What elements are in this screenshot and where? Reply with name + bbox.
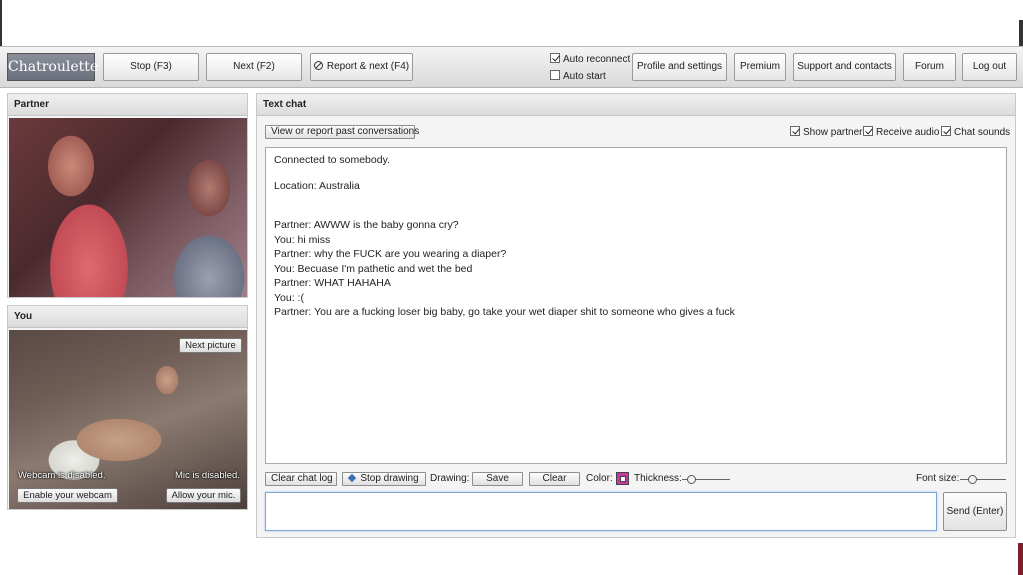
chat-log[interactable]: Connected to somebody. Location: Austral… (265, 147, 1007, 464)
chat-message: You: hi miss (274, 233, 331, 246)
mic-disabled-notice: Mic is disabled. (175, 470, 240, 481)
chat-message: Partner: AWWW is the baby gonna cry? (274, 219, 459, 231)
chat-message: You: Becuase I'm pathetic and wet the be… (274, 262, 473, 275)
allow-mic-button[interactable]: Allow your mic. (166, 488, 241, 503)
auto-reconnect-label: Auto reconnect (563, 54, 631, 65)
window-edge-bottom-right (1018, 543, 1023, 575)
support-contacts-button[interactable]: Support and contacts (793, 53, 896, 81)
clear-chat-log-button[interactable]: Clear chat log (265, 472, 337, 486)
past-conversations-button[interactable]: View or report past conversations (265, 125, 419, 139)
forum-button[interactable]: Forum (903, 53, 956, 81)
stop-drawing-button[interactable]: Stop drawing (342, 472, 426, 486)
checkbox-unchecked-icon (550, 70, 560, 80)
you-panel-title: You (8, 306, 247, 328)
status-line: Connected to somebody. (274, 154, 390, 166)
text-chat-title: Text chat (257, 94, 1015, 116)
show-partner-checkbox[interactable]: Show partner (790, 126, 862, 138)
chatroulette-page: Chatroulette Stop (F3) Next (F2) Report … (0, 0, 1023, 575)
partner-video-feed (9, 118, 247, 297)
text-chat-panel: Text chat View or report past conversati… (256, 93, 1016, 538)
partner-panel-title: Partner (8, 94, 247, 116)
chat-message: Partner: You are a fucking loser big bab… (274, 306, 735, 318)
you-panel: You Next picture Webcam is disabled. Mic… (7, 305, 248, 510)
auto-start-checkbox[interactable]: Auto start (550, 70, 606, 82)
checkbox-checked-icon (790, 126, 800, 136)
window-edge-right (1019, 20, 1023, 46)
chat-message: Partner: why the FUCK are you wearing a … (274, 248, 507, 260)
profile-settings-button[interactable]: Profile and settings (632, 53, 727, 81)
slider-knob[interactable] (968, 475, 977, 484)
drawing-label: Drawing: (430, 473, 470, 484)
slider-track (960, 479, 1006, 480)
chat-sounds-checkbox[interactable]: Chat sounds (941, 126, 1010, 138)
color-picker[interactable] (616, 472, 629, 485)
slider-knob[interactable] (687, 475, 696, 484)
drawing-toolbar: Clear chat log Stop drawing Drawing: Sav… (257, 471, 1017, 487)
location-line: Location: Australia (274, 179, 360, 192)
window-edge-left (0, 0, 2, 46)
partner-panel: Partner (7, 93, 248, 298)
thickness-label: Thickness: (634, 473, 682, 484)
receive-audio-label: Receive audio (876, 127, 940, 138)
font-size-slider[interactable] (960, 475, 1006, 484)
ban-icon (313, 61, 323, 70)
enable-webcam-button[interactable]: Enable your webcam (17, 488, 118, 503)
clear-drawing-button[interactable]: Clear (529, 472, 580, 486)
save-drawing-button[interactable]: Save (472, 472, 523, 486)
report-next-label: Report & next (F4) (326, 61, 410, 72)
checkbox-checked-icon (863, 126, 873, 136)
show-partner-label: Show partner (803, 127, 863, 138)
auto-reconnect-checkbox[interactable]: Auto reconnect (550, 53, 630, 65)
chat-message: Partner: WHAT HAHAHA (274, 277, 391, 289)
self-picture: Next picture Webcam is disabled. Mic is … (9, 330, 247, 509)
logout-button[interactable]: Log out (962, 53, 1017, 81)
color-label: Color: (586, 473, 613, 484)
send-button[interactable]: Send (Enter) (943, 492, 1007, 531)
next-picture-button[interactable]: Next picture (179, 338, 242, 353)
diamond-icon (348, 473, 357, 483)
webcam-disabled-notice: Webcam is disabled. (18, 470, 106, 481)
chat-sounds-label: Chat sounds (954, 127, 1011, 138)
stop-drawing-label: Stop drawing (360, 473, 419, 484)
app-logo[interactable]: Chatroulette (7, 53, 98, 81)
stop-button[interactable]: Stop (F3) (103, 53, 199, 81)
next-button[interactable]: Next (F2) (206, 53, 302, 81)
top-toolbar: Chatroulette Stop (F3) Next (F2) Report … (0, 46, 1023, 88)
premium-button[interactable]: Premium (734, 53, 786, 81)
font-size-label: Font size: (916, 473, 960, 484)
chat-message: You: :( (274, 291, 304, 304)
message-input[interactable] (265, 492, 937, 531)
receive-audio-checkbox[interactable]: Receive audio (863, 126, 939, 138)
checkbox-checked-icon (550, 53, 560, 63)
auto-start-label: Auto start (563, 71, 606, 82)
report-next-button[interactable]: Report & next (F4) (310, 53, 413, 81)
checkbox-checked-icon (941, 126, 951, 136)
thickness-slider[interactable] (682, 475, 730, 484)
